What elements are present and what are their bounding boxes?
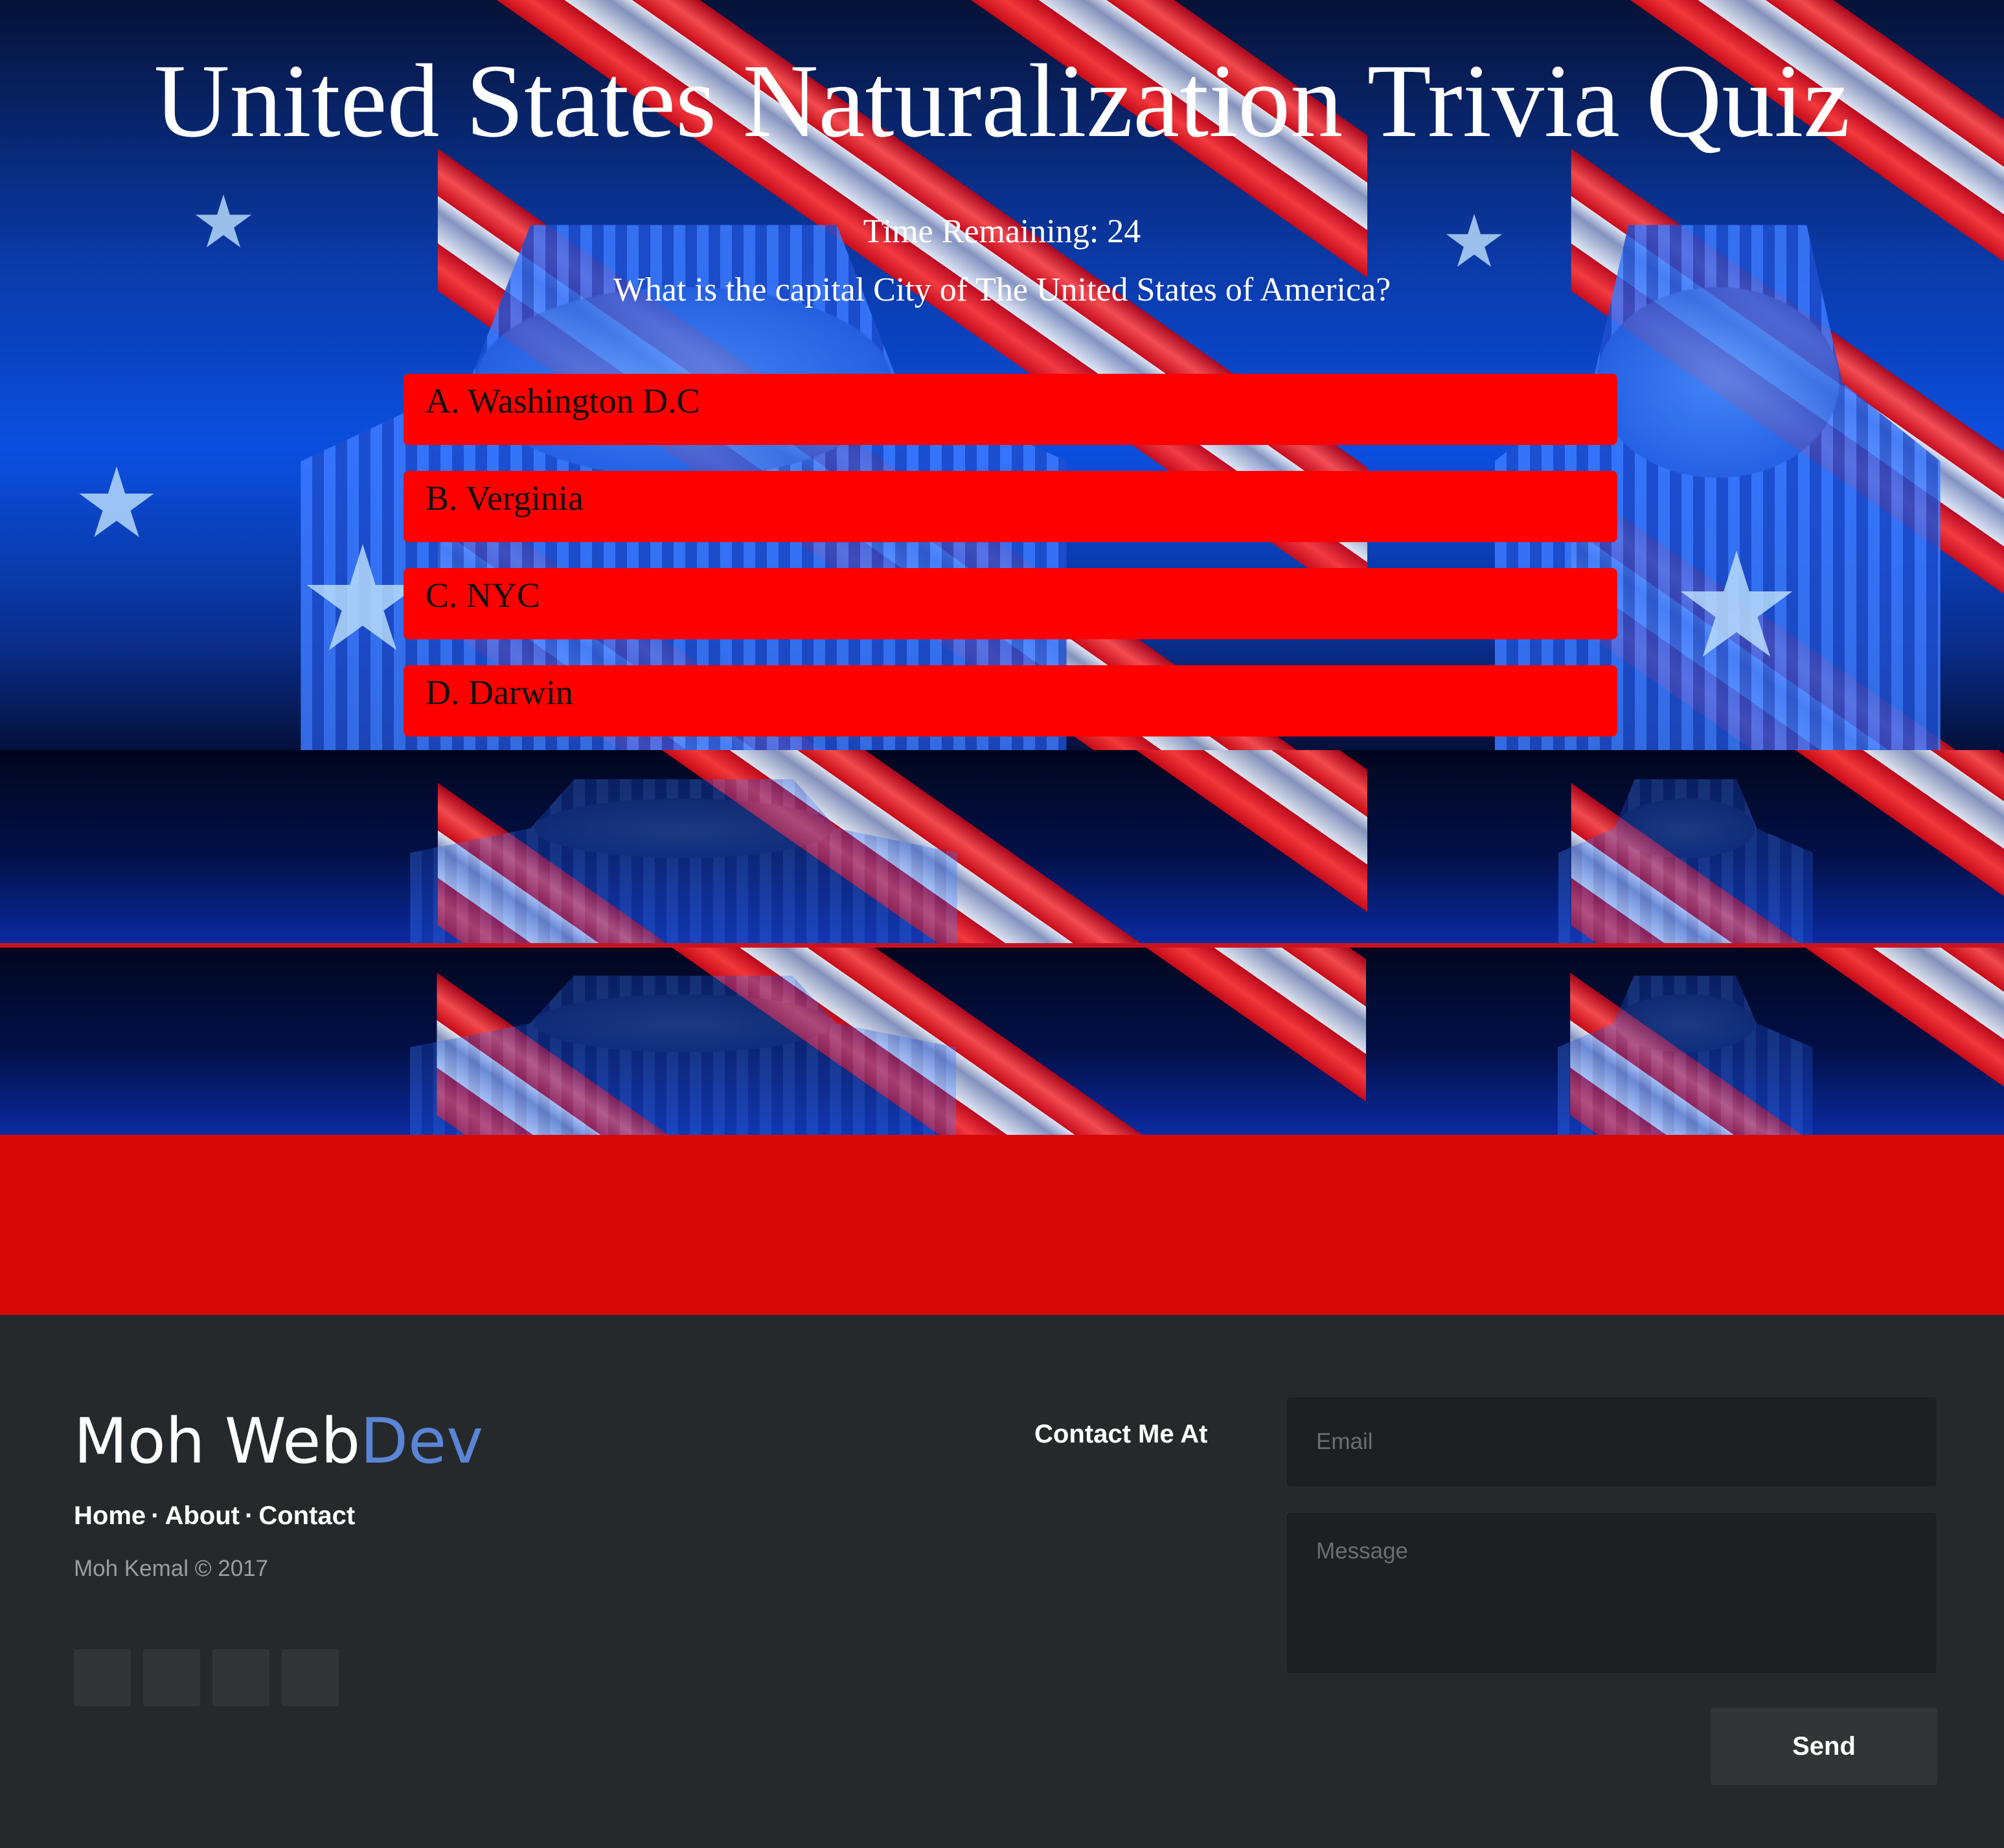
answer-option-c[interactable]: C. NYC <box>404 568 1617 639</box>
background-tile <box>1366 948 2004 1135</box>
nav-separator: · <box>151 1501 160 1530</box>
brand-accent: Dev <box>360 1405 484 1477</box>
social-icon[interactable] <box>74 1649 131 1706</box>
footer-nav: Home · About · Contact <box>74 1501 355 1531</box>
email-field[interactable] <box>1286 1397 1937 1487</box>
brand-logo: Moh WebDev <box>74 1402 483 1480</box>
brand-primary: Moh Web <box>74 1405 361 1477</box>
nav-link-contact[interactable]: Contact <box>258 1501 355 1530</box>
nav-link-about[interactable]: About <box>165 1501 240 1530</box>
nav-link-home[interactable]: Home <box>74 1501 146 1530</box>
background-tile <box>1367 750 2004 943</box>
answer-option-a[interactable]: A. Washington D.C <box>404 374 1617 445</box>
copyright: Moh Kemal © 2017 <box>74 1556 269 1581</box>
time-remaining: Time Remaining: 24 <box>863 213 1141 250</box>
social-icon[interactable] <box>212 1649 269 1706</box>
message-field[interactable] <box>1286 1512 1937 1674</box>
answer-option-d[interactable]: D. Darwin <box>404 665 1617 736</box>
background-tile <box>0 750 1367 943</box>
background-tile <box>0 948 1366 1135</box>
answer-option-b[interactable]: B. Verginia <box>404 471 1617 542</box>
nav-separator: · <box>244 1501 254 1530</box>
quiz-title: United States Naturalization Trivia Quiz <box>154 43 1850 159</box>
red-band <box>0 1135 2004 1315</box>
contact-heading: Contact Me At <box>1034 1420 1208 1448</box>
section-divider <box>0 943 2004 948</box>
question-text: What is the capital City of The United S… <box>613 271 1391 308</box>
social-icon[interactable] <box>143 1649 200 1706</box>
send-button[interactable]: Send <box>1711 1707 1937 1785</box>
social-icon[interactable] <box>282 1649 339 1706</box>
